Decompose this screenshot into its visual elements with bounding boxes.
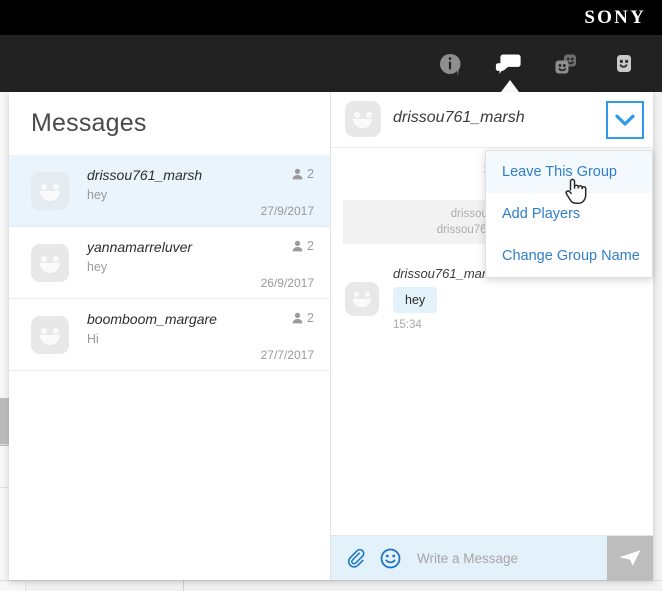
send-button[interactable] [607,535,653,581]
brand-header: SONY [0,0,662,35]
app-root: SONY Messages drissou761_marsh hey 2 27/… [0,0,662,591]
conversation-item-1[interactable]: yannamarreluver hey 2 26/9/2017 [9,227,330,299]
conversation-name: drissou761_marsh [87,167,203,183]
main-toolbar [0,35,662,92]
member-count-value: 2 [307,167,314,181]
message-composer [331,535,653,581]
member-count-value: 2 [307,239,314,253]
conversation-list-column: Messages drissou761_marsh hey 2 27/9/201… [9,92,331,580]
party-icon[interactable] [552,50,580,78]
group-options-menu: Leave This Group Add Players Change Grou… [485,150,653,278]
conversation-name: boomboom_margare [87,311,217,327]
conversation-date: 27/9/2017 [260,204,314,218]
conversation-item-0[interactable]: drissou761_marsh hey 2 27/9/2017 [9,155,330,227]
attachment-icon[interactable] [339,548,373,569]
avatar [31,172,69,210]
menu-item-change-group-name[interactable]: Change Group Name [486,235,652,277]
chevron-down-icon [615,114,635,126]
emoji-icon[interactable] [373,548,407,569]
conversation-snippet: hey [87,188,108,202]
member-count: 2 [292,239,314,253]
conversation-list: drissou761_marsh hey 2 27/9/2017 yannama… [9,155,330,371]
member-count: 2 [292,311,314,325]
person-icon [292,168,303,180]
conversation-snippet: Hi [87,332,99,346]
member-count: 2 [292,167,314,181]
chat-title: drissou761_marsh [393,109,525,126]
active-tab-caret [501,80,519,92]
message-bubble: hey [393,287,438,313]
group-options-button[interactable] [606,101,644,139]
avatar [345,101,381,137]
avatar [31,244,69,282]
message-time: 15:34 [393,319,422,331]
message-input[interactable] [407,550,607,566]
profile-icon[interactable] [610,50,638,78]
person-icon [292,240,303,252]
messages-icon[interactable] [494,50,522,78]
conversation-date: 27/7/2017 [260,348,314,362]
background-vertical-separator [183,580,184,591]
info-icon[interactable] [436,50,464,78]
member-count-value: 2 [307,311,314,325]
background-bottom-separator [0,580,662,581]
conversation-item-2[interactable]: boomboom_margare Hi 2 27/7/2017 [9,299,330,371]
conversation-date: 26/9/2017 [260,276,314,290]
toolbar-icon-group [436,35,638,92]
send-icon [619,550,641,566]
conversation-name: yannamarreluver [87,239,193,255]
menu-item-leave-group[interactable]: Leave This Group [486,151,652,193]
avatar [345,282,379,316]
menu-item-add-players[interactable]: Add Players [486,193,652,235]
chat-header: drissou761_marsh [331,92,653,148]
sony-logo: SONY [584,7,646,28]
person-icon [292,312,303,324]
page-title: Messages [31,109,147,137]
conversation-snippet: hey [87,260,108,274]
avatar [31,316,69,354]
